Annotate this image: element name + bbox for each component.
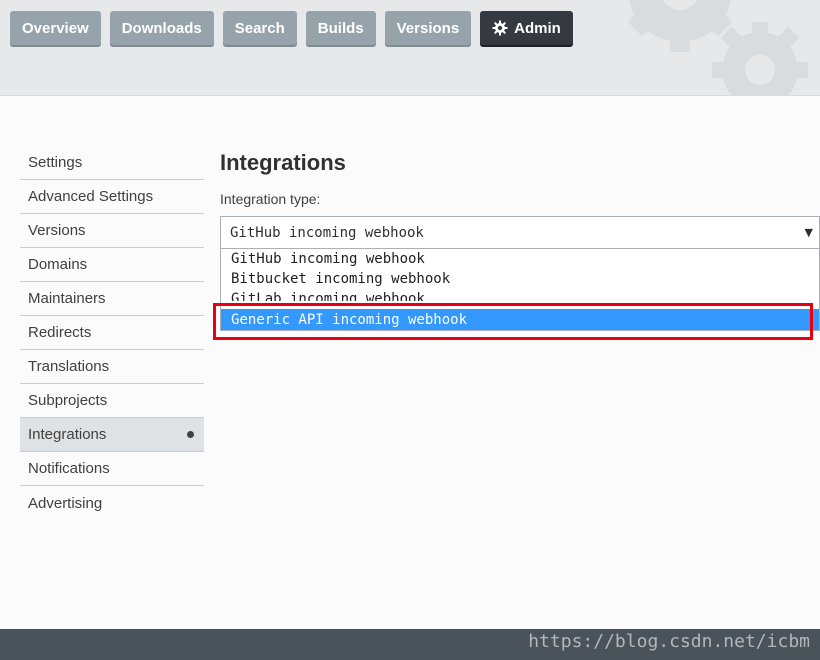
page-title: Integrations <box>220 150 346 175</box>
sidebar-item-settings[interactable]: Settings <box>20 146 204 180</box>
nav-admin-label: Admin <box>514 19 561 37</box>
decorative-gears-icon <box>627 0 808 95</box>
sidebar-item-label: Notifications <box>28 460 110 477</box>
sidebar-item-label: Versions <box>28 222 86 239</box>
option-github[interactable]: GitHub incoming webhook <box>221 249 819 269</box>
option-gitlab[interactable]: GitLab incoming webhook <box>221 289 819 301</box>
integration-type-select[interactable]: GitHub incoming webhook ▼ <box>220 216 820 249</box>
select-value: GitHub incoming webhook <box>230 224 424 241</box>
integration-type-label: Integration type: <box>220 191 321 207</box>
sidebar-item-domains[interactable]: Domains <box>20 248 204 282</box>
nav-versions-button[interactable]: Versions <box>384 11 472 45</box>
top-nav: Overview Downloads Search Builds Version… <box>10 11 573 45</box>
sidebar-item-label: Subprojects <box>28 392 108 409</box>
gear-icon <box>492 20 508 36</box>
sidebar-item-label: Integrations <box>28 426 107 443</box>
sidebar-item-advertising[interactable]: Advertising <box>20 486 204 520</box>
active-dot-icon <box>187 431 194 438</box>
nav-builds-button[interactable]: Builds <box>305 11 376 45</box>
admin-sidebar: Settings Advanced Settings Versions Doma… <box>20 146 204 520</box>
option-generic-api[interactable]: Generic API incoming webhook <box>221 309 819 330</box>
page-header: Overview Downloads Search Builds Version… <box>0 0 820 96</box>
integration-type-options: GitHub incoming webhook Bitbucket incomi… <box>220 249 820 331</box>
sidebar-item-integrations[interactable]: Integrations <box>20 418 204 452</box>
sidebar-item-label: Maintainers <box>28 290 106 307</box>
sidebar-item-label: Redirects <box>28 324 92 341</box>
nav-search-button[interactable]: Search <box>222 11 297 45</box>
nav-admin-button[interactable]: Admin <box>480 11 573 45</box>
sidebar-item-advanced-settings[interactable]: Advanced Settings <box>20 180 204 214</box>
nav-downloads-button[interactable]: Downloads <box>109 11 214 45</box>
caret-down-icon: ▼ <box>804 226 813 239</box>
option-bitbucket[interactable]: Bitbucket incoming webhook <box>221 269 819 289</box>
sidebar-item-translations[interactable]: Translations <box>20 350 204 384</box>
sidebar-item-label: Domains <box>28 256 88 273</box>
sidebar-item-label: Advanced Settings <box>28 188 154 205</box>
watermark-text: https://blog.csdn.net/icbm <box>528 631 810 652</box>
sidebar-item-label: Advertising <box>28 494 103 512</box>
nav-overview-button[interactable]: Overview <box>10 11 101 45</box>
sidebar-item-label: Settings <box>28 154 83 171</box>
sidebar-item-label: Translations <box>28 358 110 375</box>
sidebar-item-subprojects[interactable]: Subprojects <box>20 384 204 418</box>
sidebar-item-notifications[interactable]: Notifications <box>20 452 204 486</box>
sidebar-item-maintainers[interactable]: Maintainers <box>20 282 204 316</box>
sidebar-item-redirects[interactable]: Redirects <box>20 316 204 350</box>
page-footer: https://blog.csdn.net/icbm <box>0 629 820 660</box>
sidebar-item-versions[interactable]: Versions <box>20 214 204 248</box>
